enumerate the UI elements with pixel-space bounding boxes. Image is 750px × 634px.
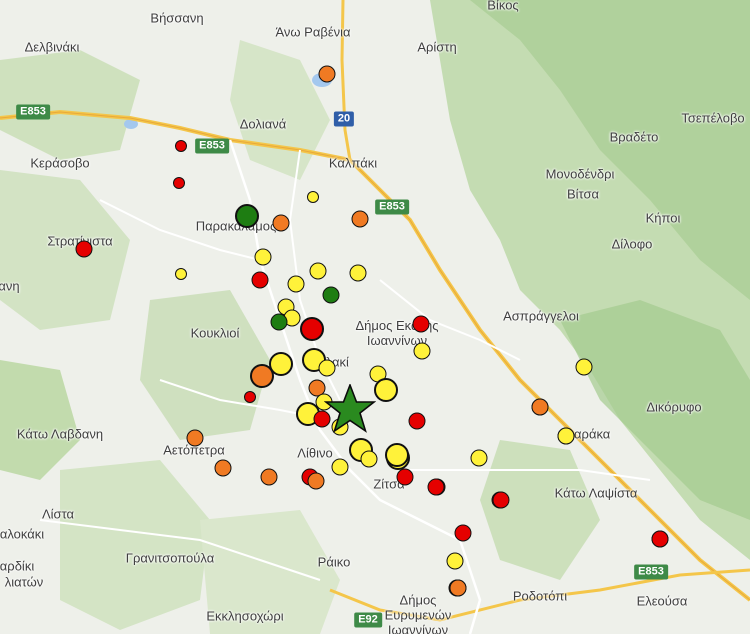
earthquake-marker[interactable]: [175, 140, 187, 152]
earthquake-marker[interactable]: [427, 478, 445, 496]
place-label-eleousa: Ελεούσα: [636, 593, 688, 609]
place-label-tsepelovo: Τσεπέλοβο: [681, 110, 745, 126]
earthquake-marker[interactable]: [254, 248, 272, 266]
place-label-rodotopi: Ροδοτόπι: [512, 588, 568, 604]
place-label-vissani: Βήσσανη: [150, 10, 204, 26]
earthquake-marker[interactable]: [408, 412, 426, 430]
earthquake-marker[interactable]: [492, 491, 510, 509]
earthquake-marker[interactable]: [318, 65, 336, 83]
road-shield-e853: E853: [375, 199, 409, 215]
place-label-kerasovo: Κεράσοβο: [30, 155, 90, 171]
place-label-lithino: Λίθινο: [297, 445, 333, 461]
star-icon[interactable]: [324, 384, 376, 434]
place-label-kato-lavdani: Κάτω Λαβδανη: [16, 426, 104, 442]
earthquake-marker[interactable]: [374, 378, 398, 402]
earthquake-marker[interactable]: [396, 468, 414, 486]
earthquake-marker[interactable]: [287, 275, 305, 293]
place-label-ekklisochori: Εκκλησοχώρι: [206, 608, 284, 624]
earthquake-marker[interactable]: [235, 204, 259, 228]
earthquake-marker[interactable]: [260, 468, 278, 486]
road-shield-e92: E92: [354, 612, 382, 628]
place-label-dimos-evrymenon: Δήμος Ευρυμενών Ιωαννίνων: [384, 592, 452, 634]
road-shield-e853: E853: [195, 138, 229, 154]
earthquake-marker[interactable]: [307, 191, 319, 203]
place-label-lista: Λίστα: [41, 506, 75, 522]
place-label-raiko: Ράικο: [317, 554, 351, 570]
place-label-vitsa: Βίτσα: [566, 186, 600, 202]
place-label-vradeto: Βραδέτο: [609, 129, 659, 145]
earthquake-marker[interactable]: [173, 177, 185, 189]
earthquake-marker[interactable]: [175, 268, 187, 280]
earthquake-marker[interactable]: [214, 459, 232, 477]
earthquake-marker[interactable]: [75, 240, 93, 258]
earthquake-marker[interactable]: [557, 427, 575, 445]
earthquake-marker[interactable]: [360, 450, 378, 468]
place-label-granitsopoula: Γρανιτσοπούλα: [125, 550, 215, 566]
place-label-kato-lapsista: Κάτω Λαψίστα: [554, 485, 638, 501]
place-label-ano-ravenia: Άνω Ραβένια: [275, 24, 351, 40]
earthquake-marker[interactable]: [575, 358, 593, 376]
place-label-doliana: Δολιανά: [239, 116, 287, 132]
place-label-ani: ανη: [0, 278, 20, 294]
earthquake-marker[interactable]: [186, 429, 204, 447]
earthquake-marker[interactable]: [531, 398, 549, 416]
earthquake-marker[interactable]: [349, 264, 367, 282]
earthquake-marker[interactable]: [318, 359, 336, 377]
earthquake-marker[interactable]: [272, 214, 290, 232]
earthquake-marker[interactable]: [351, 210, 369, 228]
map-view[interactable]: Βίκος Βήσσανη Δελβινάκι Άνω Ραβένια Αρίσ…: [0, 0, 750, 634]
place-label-kalpaki: Καλπάκι: [328, 155, 378, 171]
earthquake-marker[interactable]: [307, 472, 325, 490]
road-shield-e853: E853: [16, 104, 50, 120]
place-label-kipoi: Κήποι: [645, 210, 681, 226]
place-label-monodendri: Μονοδένδρι: [545, 166, 615, 182]
place-label-dilofo: Δίλοφο: [611, 236, 653, 252]
place-label-vikos: Βίκος: [487, 0, 519, 13]
earthquake-marker[interactable]: [244, 391, 256, 403]
place-label-aristi: Αρίστη: [417, 39, 457, 55]
earthquake-marker[interactable]: [470, 449, 488, 467]
place-label-dikorfo: Δικόρυφο: [646, 399, 702, 415]
place-label-ardiki: αρδίκι: [0, 558, 35, 574]
earthquake-marker[interactable]: [412, 315, 430, 333]
earthquake-marker[interactable]: [331, 458, 349, 476]
place-label-alokaki: αλοκάκι: [0, 526, 45, 542]
earthquake-marker[interactable]: [309, 262, 327, 280]
earthquake-marker[interactable]: [250, 364, 274, 388]
place-label-asprangeloi: Ασπράγγελοι: [503, 308, 579, 324]
map-terrain: [0, 0, 750, 634]
earthquake-marker[interactable]: [413, 342, 431, 360]
road-shield-e853: E853: [634, 564, 668, 580]
earthquake-marker[interactable]: [322, 286, 340, 304]
earthquake-marker[interactable]: [446, 552, 464, 570]
earthquake-marker[interactable]: [449, 579, 467, 597]
earthquake-marker[interactable]: [270, 313, 288, 331]
place-label-kouklioi: Κουκλιοί: [190, 325, 240, 341]
road-shield-20: 20: [333, 111, 355, 127]
earthquake-marker[interactable]: [300, 317, 324, 341]
earthquake-marker[interactable]: [385, 443, 409, 467]
earthquake-marker[interactable]: [454, 524, 472, 542]
place-label-liaton: λιατών: [4, 574, 44, 590]
earthquake-marker[interactable]: [251, 271, 269, 289]
place-label-delvinaki: Δελβινάκι: [24, 39, 80, 55]
earthquake-marker[interactable]: [651, 530, 669, 548]
